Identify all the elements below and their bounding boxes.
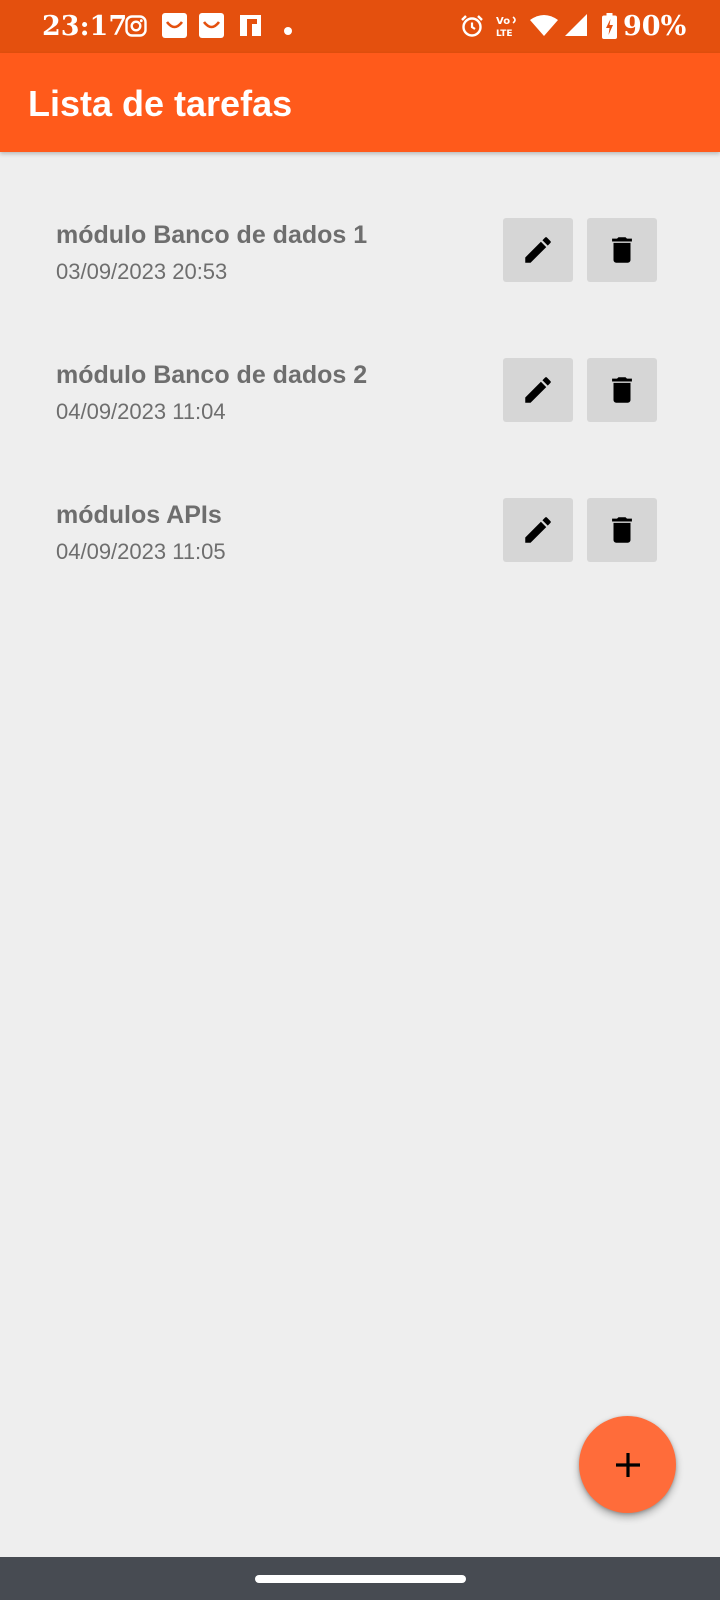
task-title: módulo Banco de dados 1 [56, 221, 368, 249]
wifi-icon [530, 14, 558, 41]
delete-button[interactable] [587, 358, 657, 422]
shopping-bag-icon [162, 13, 187, 43]
battery-charging-icon [602, 13, 617, 44]
battery-percent: 90% [623, 11, 687, 42]
shopping-bag-icon [199, 13, 224, 43]
home-gesture-handle[interactable] [255, 1575, 466, 1583]
task-title: módulo Banco de dados 2 [56, 361, 368, 389]
status-bar: 23:17 Vo LTE 90% [0, 0, 720, 53]
pencil-icon [525, 237, 551, 263]
task-date: 04/09/2023 11:05 [56, 539, 226, 564]
edit-button[interactable] [503, 498, 573, 562]
task-date: 03/09/2023 20:53 [56, 259, 228, 284]
list-item: módulo Banco de dados 1 03/09/2023 20:53 [56, 218, 666, 288]
trash-icon [612, 237, 632, 263]
delete-button[interactable] [587, 218, 657, 282]
plus-icon [615, 1452, 640, 1477]
edit-button[interactable] [503, 358, 573, 422]
delete-button[interactable] [587, 498, 657, 562]
list-item: módulos APIs 04/09/2023 11:05 [56, 498, 666, 568]
list-item: módulo Banco de dados 2 04/09/2023 11:04 [56, 358, 666, 428]
navigation-bar [0, 1557, 720, 1600]
trash-icon [612, 517, 632, 543]
task-title: módulos APIs [56, 501, 222, 529]
dot-icon [284, 22, 292, 40]
volte-icon: Vo LTE [495, 14, 521, 43]
signal-icon [565, 14, 587, 41]
pencil-icon [525, 517, 551, 543]
svg-text:LTE: LTE [496, 29, 513, 38]
pencil-icon [525, 377, 551, 403]
edit-button[interactable] [503, 218, 573, 282]
app-bar: Lista de tarefas [0, 53, 720, 152]
alarm-icon [460, 14, 484, 43]
task-date: 04/09/2023 11:04 [56, 399, 226, 424]
status-time: 23:17 [42, 11, 128, 42]
svg-text:Vo: Vo [496, 16, 510, 27]
instagram-icon [125, 15, 147, 42]
flipboard-icon [240, 15, 261, 41]
page-title: Lista de tarefas [28, 83, 293, 124]
add-task-button[interactable] [579, 1416, 676, 1513]
trash-icon [612, 377, 632, 403]
